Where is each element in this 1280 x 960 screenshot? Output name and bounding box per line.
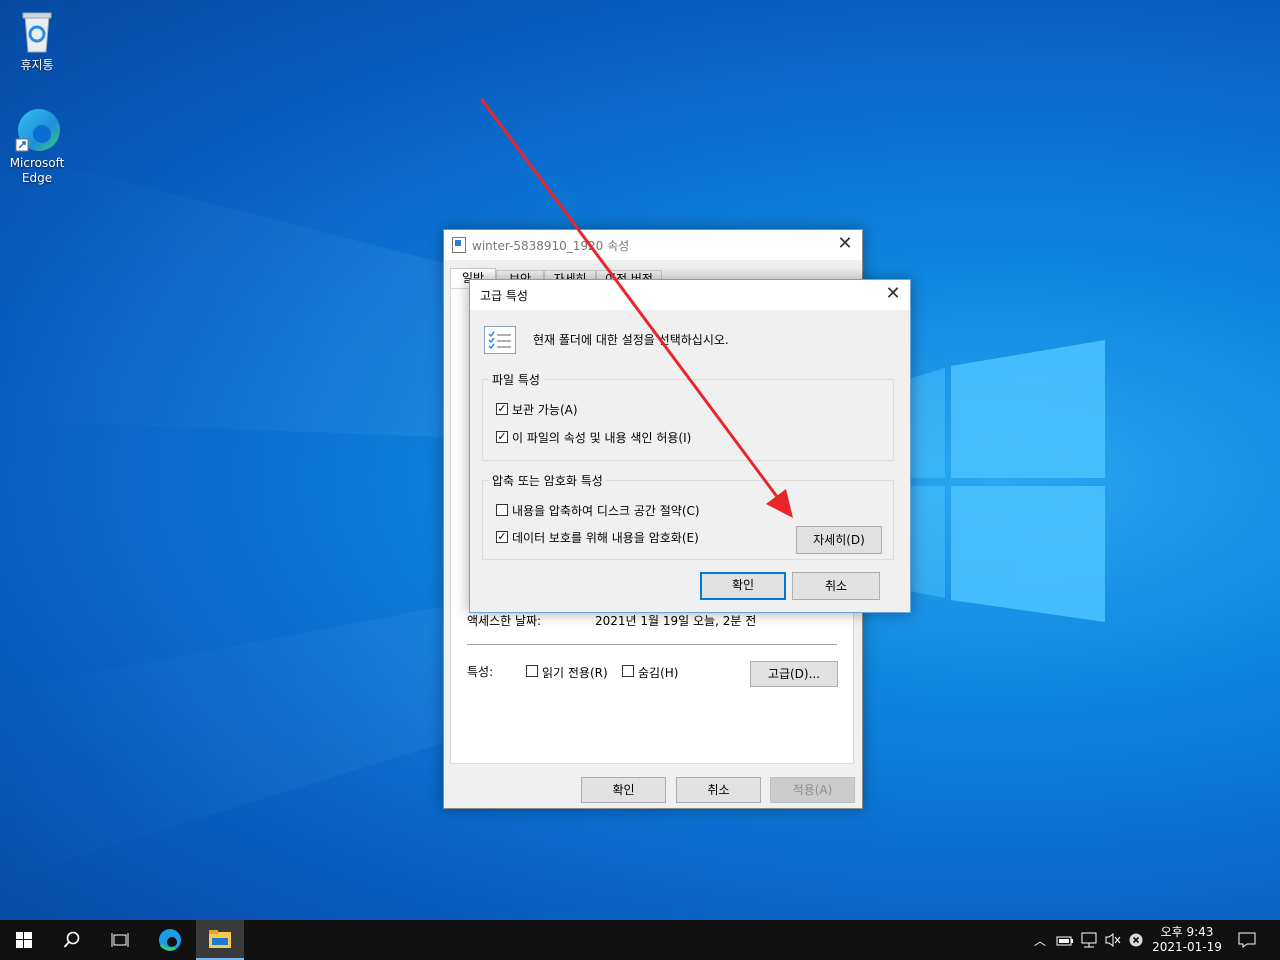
advanced-titlebar: 고급 특성 ✕	[470, 280, 910, 310]
taskbar-file-explorer[interactable]	[196, 920, 244, 960]
start-button[interactable]	[0, 920, 48, 960]
folder-settings-icon	[484, 326, 516, 354]
desktop-icon-label: Microsoft Edge	[9, 156, 65, 185]
clock[interactable]: 오후 9:43 2021-01-19	[1148, 920, 1226, 960]
volume-muted-icon	[1105, 933, 1121, 947]
desktop-icon-recycle-bin[interactable]: 휴지통	[2, 8, 72, 73]
ok-button[interactable]: 확인	[700, 572, 786, 600]
properties-titlebar: winter-5838910_1920 속성 ✕	[444, 230, 862, 260]
group-title: 압축 또는 암호화 특성	[489, 472, 606, 489]
file-icon	[452, 237, 466, 253]
compress-checkbox[interactable]	[496, 504, 508, 516]
compress-label: 내용을 압축하여 디스크 공간 절약(C)	[512, 504, 700, 518]
taskbar: ︿ 오후 9:43 2021-01-19	[0, 920, 1280, 960]
accessed-label: 액세스한 날짜:	[467, 614, 542, 628]
index-label: 이 파일의 속성 및 내용 색인 허용(I)	[512, 431, 692, 445]
attributes-label: 특성:	[467, 665, 494, 679]
cancel-button[interactable]: 취소	[792, 572, 880, 600]
description-text: 현재 폴더에 대한 설정을 선택하십시오.	[533, 333, 729, 347]
accessed-value: 2021년 1월 19일 오늘, 2분 전	[595, 614, 757, 628]
hidden-label: 숨김(H)	[638, 666, 679, 680]
edge-icon	[159, 929, 181, 951]
divider	[467, 644, 837, 645]
error-circle-icon	[1129, 933, 1143, 947]
network-icon	[1081, 932, 1097, 948]
volume-tray[interactable]	[1102, 920, 1124, 960]
taskbar-edge[interactable]	[146, 920, 194, 960]
apply-button[interactable]: 적용(A)	[770, 777, 855, 803]
show-hidden-icons[interactable]: ︿	[1030, 920, 1050, 960]
archive-checkbox[interactable]: ✓	[496, 403, 508, 415]
hidden-checkbox[interactable]	[622, 665, 634, 677]
archive-label: 보관 가능(A)	[512, 403, 578, 417]
readonly-checkbox[interactable]	[526, 665, 538, 677]
clock-time: 오후 9:43	[1160, 925, 1214, 939]
clock-date: 2021-01-19	[1152, 940, 1222, 954]
windows-logo	[905, 340, 1105, 622]
file-explorer-icon	[209, 930, 231, 948]
recycle-bin-icon	[13, 8, 61, 56]
advanced-attributes-dialog: 고급 특성 ✕ 현재 폴더에 대한 설정을 선택하십시오. 파일 특성 ✓ 보관…	[469, 279, 911, 613]
notification-icon	[1238, 932, 1256, 948]
details-button[interactable]: 자세히(D)	[796, 526, 882, 554]
desktop-icon-label: 휴지통	[20, 58, 54, 72]
index-checkbox[interactable]: ✓	[496, 431, 508, 443]
task-view-icon	[111, 933, 129, 947]
properties-title: winter-5838910_1920 속성	[472, 239, 630, 253]
close-button[interactable]: ✕	[828, 230, 862, 260]
chevron-up-icon: ︿	[1033, 933, 1046, 948]
encrypt-label: 데이터 보호를 위해 내용을 암호화(E)	[512, 531, 699, 545]
compress-encrypt-group: 압축 또는 암호화 특성 내용을 압축하여 디스크 공간 절약(C) ✓ 데이터…	[482, 472, 894, 560]
battery-icon	[1056, 936, 1073, 946]
battery-tray[interactable]	[1054, 920, 1076, 960]
ok-button[interactable]: 확인	[581, 777, 666, 803]
advanced-title: 고급 특성	[480, 289, 528, 303]
desktop-icon-edge[interactable]: Microsoft Edge	[2, 106, 72, 186]
notification-status[interactable]	[1126, 920, 1146, 960]
cancel-button[interactable]: 취소	[676, 777, 761, 803]
network-tray[interactable]	[1078, 920, 1100, 960]
search-button[interactable]	[48, 920, 96, 960]
readonly-label: 읽기 전용(R)	[542, 666, 608, 680]
windows-start-icon	[16, 932, 32, 948]
group-title: 파일 특성	[489, 371, 543, 388]
advanced-button[interactable]: 고급(D)...	[750, 661, 838, 687]
action-center-button[interactable]	[1230, 920, 1264, 960]
search-icon	[63, 931, 80, 948]
close-button[interactable]: ✕	[876, 280, 910, 310]
edge-icon	[13, 106, 61, 154]
file-attributes-group: 파일 특성 ✓ 보관 가능(A) ✓ 이 파일의 속성 및 내용 색인 허용(I…	[482, 371, 894, 461]
task-view-button[interactable]	[96, 920, 144, 960]
encrypt-checkbox[interactable]: ✓	[496, 531, 508, 543]
